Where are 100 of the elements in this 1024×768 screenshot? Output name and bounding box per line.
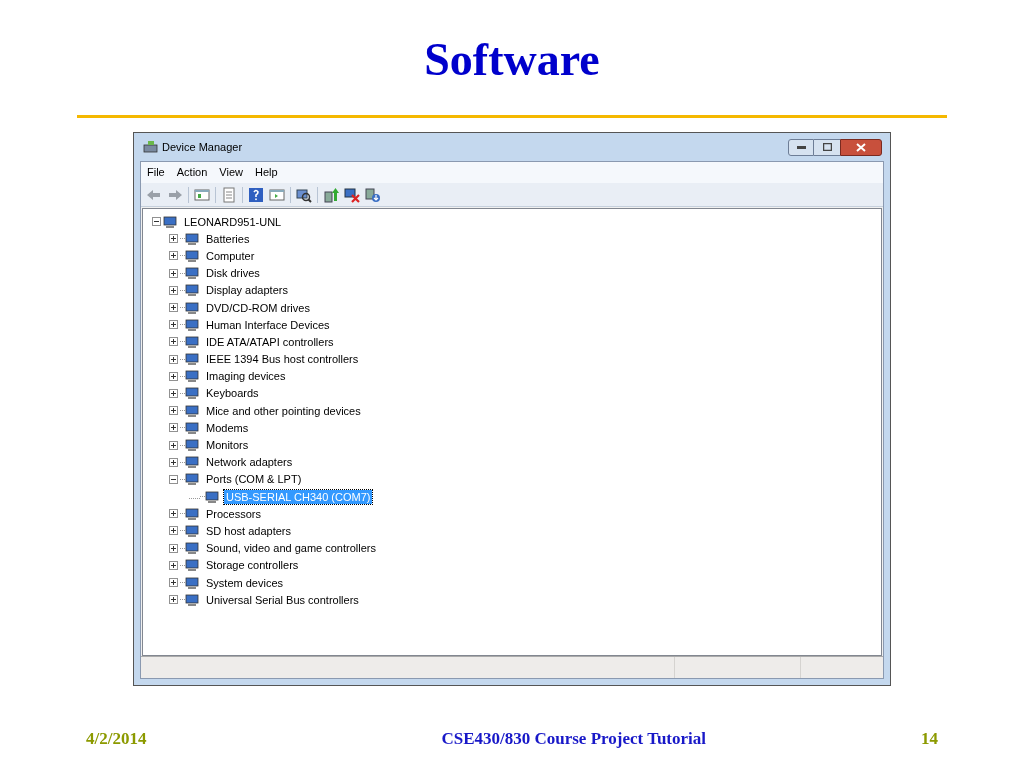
- expand-toggle[interactable]: [169, 560, 178, 570]
- tree-item[interactable]: IDE ATA/ATAPI controllers: [204, 334, 336, 349]
- tree-item[interactable]: Monitors: [204, 438, 251, 453]
- device-icon: [185, 438, 200, 453]
- tree-item[interactable]: Storage controllers: [204, 558, 301, 573]
- slide-date: 4/2/2014: [86, 728, 147, 750]
- device-icon: [185, 403, 200, 418]
- tree-item[interactable]: Computer: [204, 248, 257, 263]
- slide-title: Software: [424, 33, 600, 87]
- tree-item[interactable]: Processors: [204, 506, 264, 521]
- update-driver-icon[interactable]: [323, 186, 339, 203]
- expand-toggle[interactable]: [169, 268, 178, 278]
- expand-toggle[interactable]: [169, 440, 178, 450]
- expand-toggle[interactable]: [169, 457, 178, 467]
- tree-item[interactable]: Keyboards: [204, 386, 261, 401]
- collapse-toggle[interactable]: [169, 474, 178, 484]
- expand-toggle[interactable]: [169, 251, 178, 261]
- maximize-icon: [822, 143, 832, 151]
- device-icon: [185, 506, 200, 521]
- menu-item[interactable]: File: [143, 164, 169, 181]
- help-icon[interactable]: [248, 186, 264, 203]
- menu-item[interactable]: View: [215, 164, 247, 181]
- expand-toggle[interactable]: [169, 320, 178, 330]
- device-icon: [185, 523, 200, 538]
- device-icon: [185, 352, 200, 367]
- tree-item[interactable]: DVD/CD-ROM drives: [204, 300, 312, 315]
- window-title: Device Manager: [162, 139, 243, 155]
- action-pane-icon[interactable]: [269, 186, 285, 203]
- tree-item[interactable]: Display adapters: [204, 283, 290, 298]
- expand-toggle[interactable]: [169, 285, 178, 295]
- plus-icon: [170, 304, 177, 312]
- plus-icon: [170, 458, 177, 466]
- expand-toggle[interactable]: [169, 354, 178, 364]
- close-icon: [856, 142, 866, 152]
- slide-footer-title: CSE430/830 Course Project Tutorial: [440, 728, 707, 750]
- expand-toggle[interactable]: [169, 526, 178, 536]
- expand-toggle[interactable]: [169, 234, 178, 244]
- menu-item[interactable]: Help: [250, 164, 282, 181]
- plus-icon: [170, 579, 177, 587]
- expand-toggle[interactable]: [169, 423, 178, 433]
- tree-item[interactable]: Sound, video and game controllers: [204, 541, 378, 556]
- expand-toggle[interactable]: [169, 337, 178, 347]
- device-icon: [185, 541, 200, 556]
- tree-item[interactable]: Network adapters: [204, 455, 295, 470]
- device-icon: [185, 455, 200, 470]
- maximize-button[interactable]: [814, 138, 840, 156]
- slide-number: 14: [921, 728, 938, 750]
- tree-item[interactable]: Mice and other pointing devices: [204, 403, 363, 418]
- tree-item[interactable]: SD host adapters: [204, 523, 293, 538]
- device-icon: [185, 283, 200, 298]
- expand-toggle[interactable]: [169, 406, 178, 416]
- tree-item[interactable]: Modems: [204, 420, 251, 435]
- menu-item[interactable]: Action: [172, 164, 212, 181]
- device-icon: [185, 472, 200, 487]
- tree-item[interactable]: Universal Serial Bus controllers: [204, 592, 361, 607]
- tree-item[interactable]: Batteries: [204, 231, 252, 246]
- tree-item[interactable]: IEEE 1394 Bus host controllers: [204, 352, 361, 367]
- close-button[interactable]: [840, 138, 882, 156]
- scan-hardware-icon[interactable]: [296, 186, 312, 203]
- device-icon: [185, 317, 200, 332]
- app-icon: [143, 140, 159, 154]
- expand-toggle[interactable]: [169, 543, 178, 553]
- tree-item[interactable]: Disk drives: [204, 266, 262, 281]
- uninstall-icon[interactable]: [344, 186, 360, 203]
- disable-device-icon[interactable]: [365, 186, 381, 203]
- plus-icon: [170, 441, 177, 449]
- device-icon: [185, 231, 200, 246]
- expand-toggle[interactable]: [169, 595, 178, 605]
- device-icon: [205, 489, 220, 504]
- expand-toggle[interactable]: [169, 509, 178, 519]
- device-icon: [185, 575, 200, 590]
- minimize-icon: [796, 145, 806, 149]
- plus-icon: [170, 544, 177, 552]
- minimize-button[interactable]: [788, 138, 814, 156]
- plus-icon: [170, 269, 177, 277]
- plus-icon: [170, 372, 177, 380]
- device-icon: [185, 592, 200, 607]
- plus-icon: [170, 424, 177, 432]
- plus-icon: [170, 355, 177, 363]
- collapse-toggle[interactable]: [152, 217, 161, 227]
- device-icon: [185, 300, 200, 315]
- tree-item[interactable]: Human Interface Devices: [204, 317, 332, 332]
- expand-toggle[interactable]: [169, 303, 178, 313]
- device-icon: [185, 386, 200, 401]
- plus-icon: [170, 596, 177, 604]
- tree-item[interactable]: Ports (COM & LPT): [204, 472, 304, 487]
- computer-icon: [163, 214, 178, 229]
- device-icon: [185, 420, 200, 435]
- tree-item[interactable]: Imaging devices: [204, 369, 288, 384]
- plus-icon: [170, 235, 177, 243]
- console-tree-icon[interactable]: [194, 186, 210, 203]
- device-icon: [185, 248, 200, 263]
- tree-item[interactable]: LEONARD951-UNL: [182, 214, 284, 229]
- expand-toggle[interactable]: [169, 388, 178, 398]
- plus-icon: [170, 407, 177, 415]
- device-icon: [185, 334, 200, 349]
- expand-toggle[interactable]: [169, 371, 178, 381]
- expand-toggle[interactable]: [169, 578, 178, 588]
- plus-icon: [170, 252, 177, 260]
- tree-item[interactable]: System devices: [204, 575, 286, 590]
